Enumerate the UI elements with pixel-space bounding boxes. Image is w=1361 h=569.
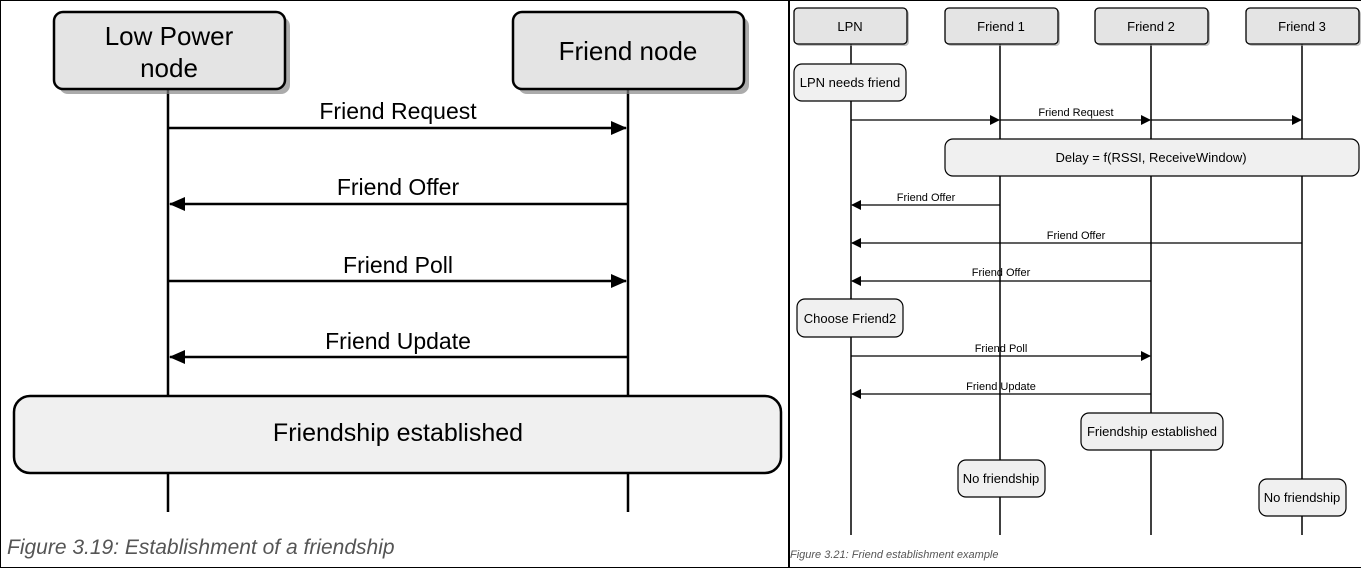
left-figure-caption: Figure 3.19: Establishment of a friendsh… [7,536,395,559]
message-label: Friend Offer [972,267,1031,279]
note-no-friendship-friend-1: No friendship [957,459,1046,498]
message-friend-poll: Friend Poll [851,343,1151,361]
message-friend-offer-1: Friend Offer [851,192,1000,210]
participant-label-line-1: Low Power [105,21,234,51]
note-label: No friendship [1264,490,1341,505]
note-lpn-needs-friend: LPN needs friend [793,63,907,102]
participant-label: Friend 3 [1278,19,1326,34]
left-figure: Low Power node Friend node Friend Reques… [12,10,783,512]
note-label: Friendship established [1087,424,1217,439]
message-label: Friend Poll [343,252,453,278]
note-label: Delay = f(RSSI, ReceiveWindow) [1055,150,1246,165]
participant-label: LPN [837,19,862,34]
participant-label: Friend node [559,36,698,66]
note-friendship-established: Friendship established [1080,412,1224,451]
note-label: Choose Friend2 [804,311,897,326]
message-friend-update: Friend Update [169,328,628,364]
state-friendship-established: Friendship established [12,394,783,475]
message-friend-request: Friend Request [851,107,1302,125]
participant-friend-2: Friend 2 [1094,7,1210,46]
message-label: Friend Request [1038,107,1113,119]
message-label: Friend Update [325,328,471,354]
message-friend-update: Friend Update [851,381,1151,399]
state-label: Friendship established [273,419,523,447]
message-label: Friend Offer [897,192,956,204]
participant-friend-1: Friend 1 [944,7,1060,46]
participant-friend-3: Friend 3 [1245,7,1361,46]
message-label: Friend Update [966,381,1036,393]
diagram-canvas: Low Power node Friend node Friend Reques… [0,0,1361,568]
message-friend-offer-3: Friend Offer [851,230,1302,248]
note-delay: Delay = f(RSSI, ReceiveWindow) [944,138,1360,177]
note-label: LPN needs friend [800,75,900,90]
participant-lpn: LPN [793,7,909,46]
message-label: Friend Request [319,98,477,124]
participant-friend-node: Friend node [511,10,749,94]
note-label: No friendship [963,471,1040,486]
participant-low-power-node: Low Power node [52,10,290,94]
right-figure-caption: Figure 3.21: Friend establishment exampl… [790,549,999,561]
message-friend-request: Friend Request [168,98,627,135]
message-friend-poll: Friend Poll [168,252,627,288]
note-choose-friend: Choose Friend2 [796,298,904,338]
participant-label: Friend 1 [977,19,1025,34]
message-friend-offer-2: Friend Offer [851,267,1151,286]
message-friend-offer: Friend Offer [169,174,628,211]
note-no-friendship-friend-3: No friendship [1258,478,1347,517]
right-figure: LPN Friend 1 Friend 2 Friend 3 LPN needs… [793,7,1361,535]
participant-label: Friend 2 [1127,19,1175,34]
message-label: Friend Poll [975,343,1028,355]
message-label: Friend Offer [1047,230,1106,242]
message-label: Friend Offer [337,174,460,200]
participant-label-line-2: node [140,53,198,83]
